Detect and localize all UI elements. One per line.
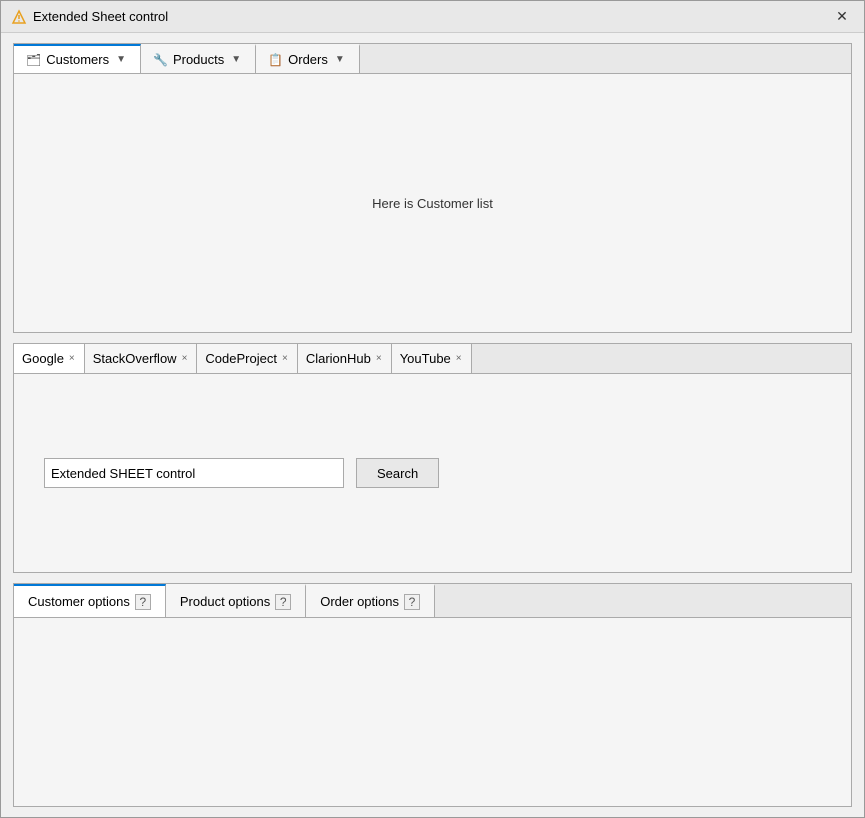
tab-customer-options[interactable]: Customer options ? xyxy=(14,584,166,617)
search-input[interactable] xyxy=(44,458,344,488)
title-bar: Extended Sheet control ✕ xyxy=(1,1,864,33)
search-button[interactable]: Search xyxy=(356,458,439,488)
section-1: 🗂 Customers ▼ 🔧 Products ▼ 📋 Orders ▼ He… xyxy=(13,43,852,333)
tab-products-label: Products xyxy=(173,52,224,67)
tab-orders-label: Orders xyxy=(288,52,328,67)
tab-products[interactable]: 🔧 Products ▼ xyxy=(141,44,256,73)
browser-tab-codeproject[interactable]: CodeProject × xyxy=(197,344,297,373)
order-options-help[interactable]: ? xyxy=(404,594,420,610)
browser-tab-stackoverflow-close[interactable]: × xyxy=(181,353,189,364)
products-icon: 🔧 xyxy=(153,53,168,67)
browser-tab-codeproject-label: CodeProject xyxy=(205,351,277,366)
browser-tab-youtube-close[interactable]: × xyxy=(455,353,463,364)
customer-options-help[interactable]: ? xyxy=(135,594,151,610)
browser-tab-google[interactable]: Google × xyxy=(14,344,85,373)
browser-tab-codeproject-close[interactable]: × xyxy=(281,353,289,364)
product-options-help[interactable]: ? xyxy=(275,594,291,610)
tab-product-options[interactable]: Product options ? xyxy=(166,584,306,617)
browser-tab-google-close[interactable]: × xyxy=(68,353,76,364)
section-2: Google × StackOverflow × CodeProject × C… xyxy=(13,343,852,573)
section-2-content: Search xyxy=(14,374,851,572)
main-window: Extended Sheet control ✕ 🗂 Customers ▼ 🔧… xyxy=(0,0,865,818)
customer-list-text: Here is Customer list xyxy=(372,196,493,211)
customers-icon: 🗂 xyxy=(26,53,41,67)
tab-product-options-label: Product options xyxy=(180,594,270,609)
orders-dropdown-icon[interactable]: ▼ xyxy=(333,54,347,65)
tab-customer-options-label: Customer options xyxy=(28,594,130,609)
browser-tab-clarionhub-close[interactable]: × xyxy=(375,353,383,364)
browser-tab-youtube-label: YouTube xyxy=(400,351,451,366)
tab-orders[interactable]: 📋 Orders ▼ xyxy=(256,44,360,73)
window-title: Extended Sheet control xyxy=(33,9,168,24)
section-1-content: Here is Customer list xyxy=(14,74,851,332)
browser-tab-clarionhub-label: ClarionHub xyxy=(306,351,371,366)
top-tab-bar: 🗂 Customers ▼ 🔧 Products ▼ 📋 Orders ▼ xyxy=(14,44,851,74)
tab-customers[interactable]: 🗂 Customers ▼ xyxy=(14,44,141,73)
browser-tab-stackoverflow-label: StackOverflow xyxy=(93,351,177,366)
tab-order-options-label: Order options xyxy=(320,594,399,609)
title-bar-left: Extended Sheet control xyxy=(11,9,168,25)
section-3-content xyxy=(14,618,851,806)
close-button[interactable]: ✕ xyxy=(830,5,854,29)
section-3: Customer options ? Product options ? Ord… xyxy=(13,583,852,807)
customers-dropdown-icon[interactable]: ▼ xyxy=(114,54,128,65)
browser-tab-youtube[interactable]: YouTube × xyxy=(392,344,472,373)
products-dropdown-icon[interactable]: ▼ xyxy=(229,54,243,65)
options-tab-bar: Customer options ? Product options ? Ord… xyxy=(14,584,851,618)
app-icon xyxy=(11,9,27,25)
browser-tab-google-label: Google xyxy=(22,351,64,366)
tab-order-options[interactable]: Order options ? xyxy=(306,584,435,617)
window-content: 🗂 Customers ▼ 🔧 Products ▼ 📋 Orders ▼ He… xyxy=(1,33,864,817)
tab-customers-label: Customers xyxy=(46,52,109,67)
browser-tab-bar: Google × StackOverflow × CodeProject × C… xyxy=(14,344,851,374)
browser-tab-clarionhub[interactable]: ClarionHub × xyxy=(298,344,392,373)
orders-icon: 📋 xyxy=(268,53,283,67)
browser-tab-stackoverflow[interactable]: StackOverflow × xyxy=(85,344,198,373)
